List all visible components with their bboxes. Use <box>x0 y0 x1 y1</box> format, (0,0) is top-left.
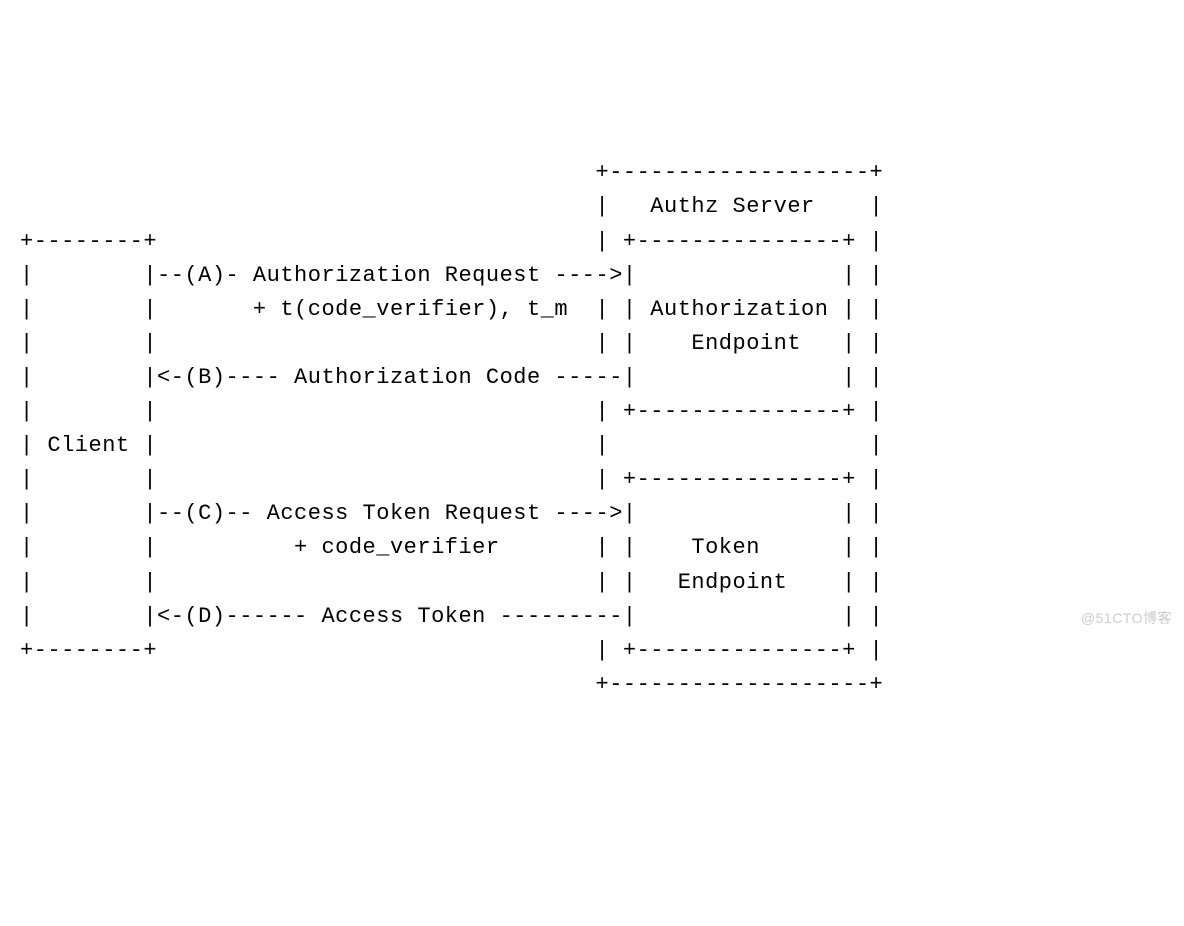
watermark: @51CTO博客 <box>1081 608 1172 630</box>
pkce-flow-diagram: +-------------------+ | Authz Server | +… <box>20 156 883 702</box>
diagram-line: | | + t(code_verifier), t_m | | Authoriz… <box>20 297 883 322</box>
diagram-line: | |--(A)- Authorization Request ---->| |… <box>20 263 883 288</box>
diagram-line: +--------+ | +---------------+ | <box>20 229 883 254</box>
diagram-line: | |<-(D)------ Access Token ---------| |… <box>20 604 883 629</box>
diagram-line: +--------+ | +---------------+ | <box>20 638 883 663</box>
diagram-line: | | | | Endpoint | | <box>20 570 883 595</box>
diagram-line: +-------------------+ <box>20 160 883 185</box>
diagram-line: | Client | | | <box>20 433 883 458</box>
diagram-line: | |<-(B)---- Authorization Code -----| |… <box>20 365 883 390</box>
diagram-line: | | | +---------------+ | <box>20 467 883 492</box>
diagram-line: | | + code_verifier | | Token | | <box>20 535 883 560</box>
diagram-line: | |--(C)-- Access Token Request ---->| |… <box>20 501 883 526</box>
diagram-line: | | | +---------------+ | <box>20 399 883 424</box>
diagram-line: | Authz Server | <box>20 194 883 219</box>
diagram-line: | | | | Endpoint | | <box>20 331 883 356</box>
diagram-line: +-------------------+ <box>20 672 883 697</box>
